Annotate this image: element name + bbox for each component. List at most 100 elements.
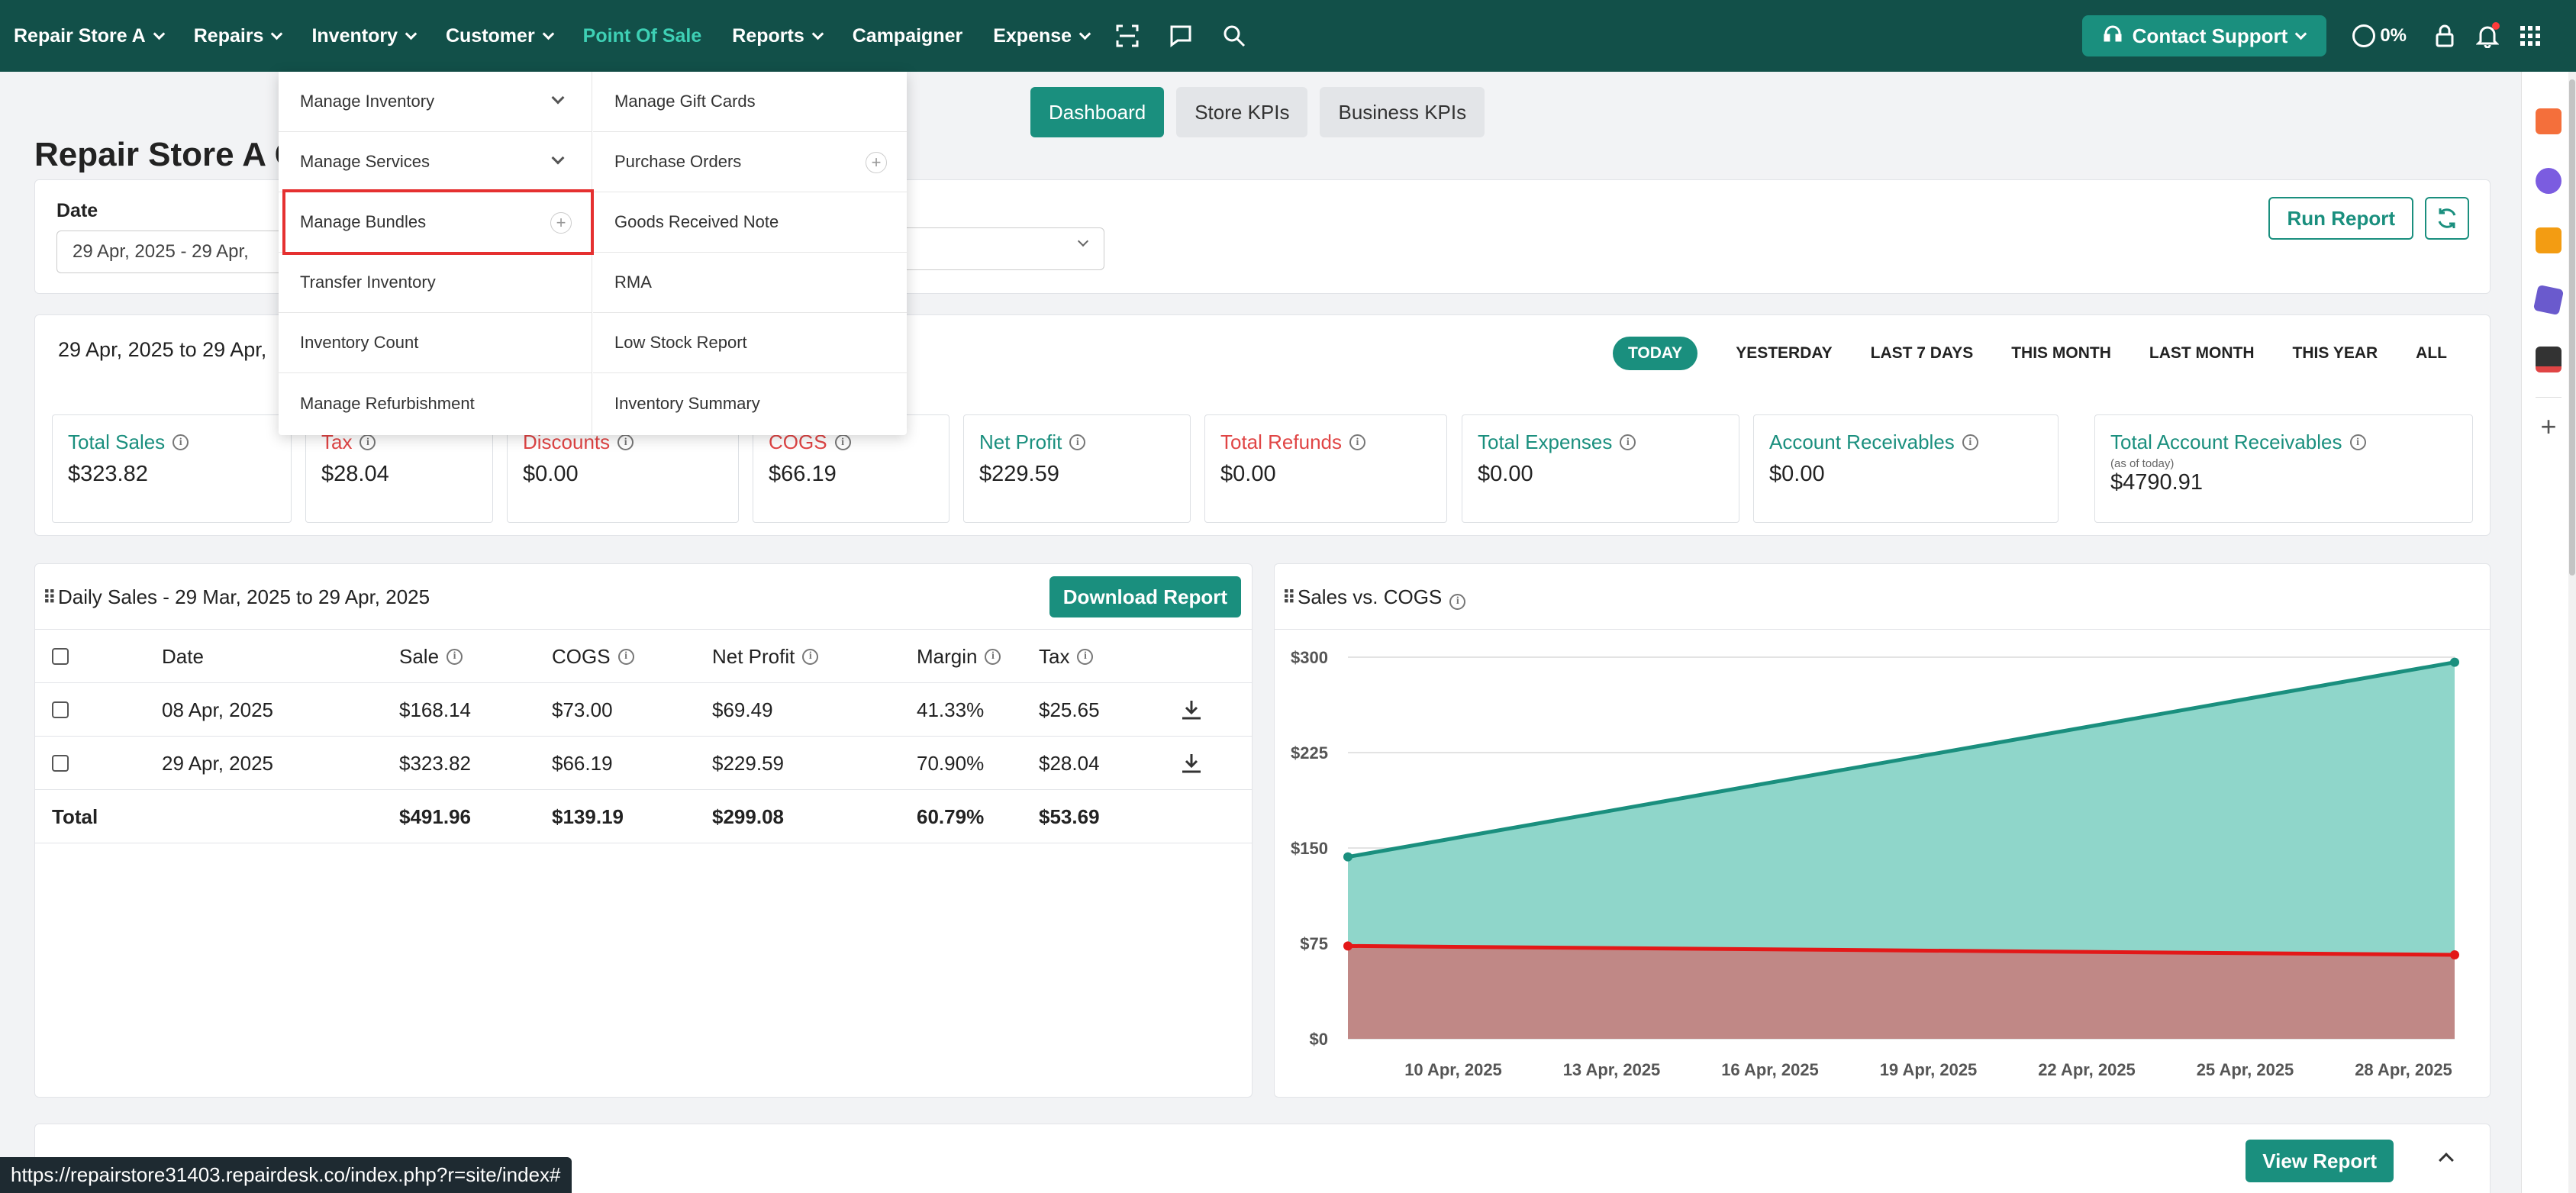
- info-icon[interactable]: i: [2349, 434, 2366, 450]
- info-icon[interactable]: i: [617, 434, 634, 450]
- info-icon[interactable]: i: [985, 648, 1001, 665]
- info-icon[interactable]: i: [834, 434, 851, 450]
- view-report-button[interactable]: View Report: [2246, 1140, 2394, 1182]
- scrollbar-thumb[interactable]: [2569, 79, 2575, 576]
- col-date: Date: [162, 644, 204, 668]
- col-sale: Sale i: [399, 630, 463, 683]
- menu-item-manage-inventory[interactable]: Manage Inventory: [279, 72, 592, 132]
- drag-handle-icon[interactable]: ⠿: [1282, 587, 1296, 609]
- scan-icon[interactable]: [1112, 21, 1143, 51]
- period-all[interactable]: ALL: [2416, 344, 2447, 363]
- cell-sale: $168.14: [399, 698, 471, 721]
- kpi-label-text: Total Refunds: [1220, 430, 1342, 453]
- scrollbar[interactable]: [2568, 72, 2576, 1193]
- select-all-checkbox[interactable]: [52, 648, 69, 665]
- refresh-button[interactable]: [2425, 197, 2469, 240]
- info-icon[interactable]: i: [1962, 434, 1978, 450]
- nav-point-of-sale[interactable]: Point Of Sale: [583, 25, 702, 47]
- run-report-button[interactable]: Run Report: [2268, 197, 2413, 240]
- app-shortcut-icon[interactable]: [2536, 108, 2561, 134]
- x-tick-label: 16 Apr, 2025: [1721, 1060, 1819, 1079]
- kpi-value: $323.82: [68, 462, 148, 486]
- menu-item-manage-services[interactable]: Manage Services: [279, 132, 592, 192]
- contact-support-button[interactable]: Contact Support: [2081, 15, 2327, 56]
- menu-item-low-stock-report[interactable]: Low Stock Report: [593, 313, 907, 373]
- y-tick-label: $225: [1291, 743, 1328, 763]
- nav-reports[interactable]: Reports: [732, 25, 824, 47]
- tab-store-kpis[interactable]: Store KPIs: [1176, 87, 1308, 137]
- nav-customer[interactable]: Customer: [446, 25, 554, 47]
- cell-date: 29 Apr, 2025: [162, 751, 274, 775]
- period-yesterday[interactable]: YESTERDAY: [1736, 344, 1832, 363]
- period-last-7-days[interactable]: LAST 7 DAYS: [1871, 344, 1974, 363]
- app-shortcut-icon[interactable]: [2536, 227, 2561, 253]
- progress-value: 0%: [2380, 25, 2407, 46]
- info-icon[interactable]: i: [172, 434, 189, 450]
- period-today[interactable]: TODAY: [1612, 337, 1698, 370]
- series-point: [1343, 852, 1352, 862]
- info-icon[interactable]: i: [1349, 434, 1365, 450]
- chevron-down-icon[interactable]: [551, 91, 565, 105]
- tab-dashboard[interactable]: Dashboard: [1030, 87, 1165, 137]
- tab-business-kpis[interactable]: Business KPIs: [1320, 87, 1485, 137]
- download-icon[interactable]: [1180, 737, 1203, 790]
- menu-item-inventory-summary[interactable]: Inventory Summary: [593, 373, 907, 434]
- chat-icon[interactable]: [1165, 21, 1196, 51]
- nav-inventory[interactable]: Inventory: [311, 25, 418, 47]
- menu-item-purchase-orders[interactable]: Purchase Orders +: [593, 132, 907, 192]
- menu-item-rma[interactable]: RMA: [593, 253, 907, 313]
- kpi-total-account-receivables: Total Account Receivables i (as of today)…: [2094, 414, 2473, 523]
- period-this-month[interactable]: THIS MONTH: [2011, 344, 2111, 363]
- info-icon[interactable]: i: [1449, 593, 1466, 610]
- info-icon[interactable]: i: [359, 434, 376, 450]
- bell-icon[interactable]: [2472, 21, 2503, 51]
- drag-handle-icon[interactable]: ⠿: [43, 587, 56, 609]
- menu-item-manage-refurbishment[interactable]: Manage Refurbishment: [279, 373, 592, 434]
- plus-icon[interactable]: +: [866, 152, 887, 173]
- app-shortcut-icon[interactable]: [2536, 168, 2561, 194]
- info-icon[interactable]: i: [802, 648, 819, 665]
- nav-campaigner[interactable]: Campaigner: [853, 25, 962, 47]
- apps-grid-icon[interactable]: [2515, 21, 2545, 51]
- series-point: [2450, 950, 2459, 959]
- download-report-button[interactable]: Download Report: [1049, 576, 1241, 617]
- info-icon[interactable]: i: [1077, 648, 1094, 665]
- menu-item-manage-gift-cards[interactable]: Manage Gift Cards: [593, 72, 907, 132]
- kpi-label-text: Total Account Receivables: [2110, 430, 2342, 453]
- search-icon[interactable]: [1219, 21, 1249, 51]
- download-icon[interactable]: [1180, 683, 1203, 737]
- notification-dot: [2492, 22, 2500, 30]
- info-icon[interactable]: i: [1620, 434, 1636, 450]
- nav-label: Repairs: [193, 24, 264, 47]
- row-checkbox[interactable]: [52, 755, 69, 772]
- col-margin: Margin i: [917, 630, 1001, 683]
- menu-item-goods-received-note[interactable]: Goods Received Note: [593, 192, 907, 253]
- divider: [2536, 397, 2561, 398]
- store-selector[interactable]: Repair Store A: [14, 25, 166, 47]
- row-checkbox[interactable]: [52, 701, 69, 718]
- info-icon[interactable]: i: [617, 648, 634, 665]
- cell-date: 08 Apr, 2025: [162, 698, 274, 721]
- kpi-label-text: Total Sales: [68, 430, 166, 453]
- progress-indicator[interactable]: 0%: [2352, 24, 2407, 47]
- employee-select[interactable]: [881, 227, 1104, 270]
- period-this-year[interactable]: THIS YEAR: [2293, 344, 2378, 363]
- daily-sales-card: ⠿ Daily Sales - 29 Mar, 2025 to 29 Apr, …: [34, 563, 1253, 1098]
- info-icon[interactable]: i: [447, 648, 463, 665]
- period-last-month[interactable]: LAST MONTH: [2149, 344, 2255, 363]
- lock-icon[interactable]: [2429, 21, 2460, 51]
- add-app-icon[interactable]: +: [2536, 413, 2561, 440]
- nav-expense[interactable]: Expense: [993, 25, 1091, 47]
- kpi-value: $66.19: [769, 462, 837, 486]
- collapse-chevron-icon[interactable]: [2439, 1153, 2454, 1168]
- menu-item-label: Goods Received Note: [614, 212, 779, 231]
- app-shortcut-icon[interactable]: [2536, 347, 2561, 372]
- menu-item-inventory-count[interactable]: Inventory Count: [279, 313, 592, 373]
- app-shortcut-icon[interactable]: [2532, 284, 2565, 316]
- menu-item-transfer-inventory[interactable]: Transfer Inventory: [279, 253, 592, 313]
- kpi-label-text: Total Expenses: [1478, 430, 1613, 453]
- info-icon[interactable]: i: [1069, 434, 1086, 450]
- nav-repairs[interactable]: Repairs: [193, 24, 283, 47]
- select-all-cell: [52, 630, 69, 683]
- chevron-down-icon[interactable]: [551, 151, 565, 165]
